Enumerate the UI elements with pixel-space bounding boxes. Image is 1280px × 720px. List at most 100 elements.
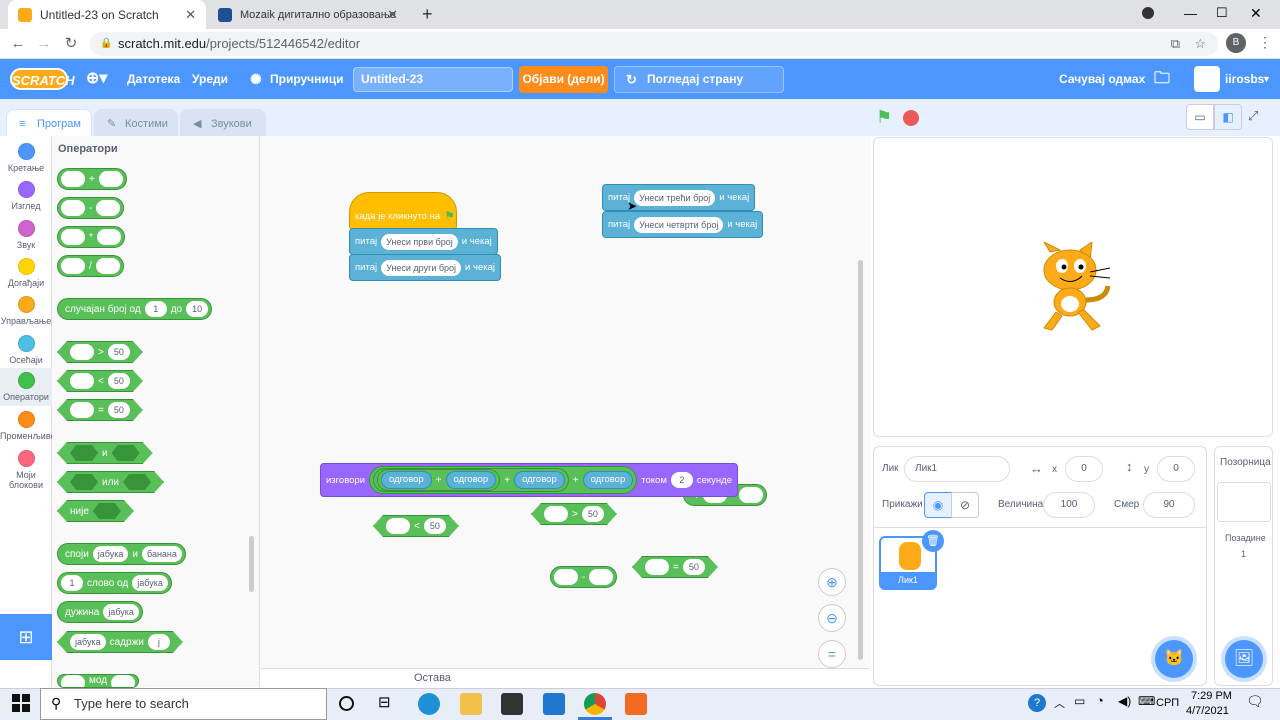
minimize-icon[interactable]: —: [1184, 6, 1197, 21]
category-looks[interactable]: Изглед: [0, 180, 52, 218]
or-block[interactable]: или: [57, 471, 164, 493]
bool-slot[interactable]: [70, 445, 98, 461]
profile-avatar[interactable]: B: [1226, 33, 1246, 53]
slot[interactable]: [96, 229, 121, 245]
close-tab-icon[interactable]: ✕: [185, 7, 196, 23]
file-explorer-icon[interactable]: [460, 693, 482, 715]
greater-than-block[interactable]: >50: [531, 503, 617, 525]
nested-add-block[interactable]: одговор + одговор: [377, 469, 501, 491]
palette-scrollbar[interactable]: [249, 536, 254, 592]
add-block[interactable]: +: [57, 168, 127, 190]
slot[interactable]: [386, 518, 410, 534]
normal-stage-icon[interactable]: ◧: [1214, 104, 1242, 130]
multiply-block[interactable]: *: [57, 226, 125, 248]
nested-add-block[interactable]: одговор + одговор + одговор: [373, 468, 569, 492]
subtract-block[interactable]: -: [550, 566, 618, 588]
wifi-icon[interactable]: ◔: [1096, 693, 1104, 708]
x-input[interactable]: 0: [1065, 456, 1103, 482]
ask-and-wait-block[interactable]: питај Унеси трећи број и чекај: [602, 184, 756, 211]
letter-index-input[interactable]: 1: [61, 575, 83, 591]
category-sensing[interactable]: Осећаји: [0, 334, 52, 372]
reload-icon[interactable]: ↻: [60, 33, 82, 55]
volume-icon[interactable]: ◀): [1118, 694, 1131, 708]
zoom-in-button[interactable]: ⊕: [818, 568, 846, 596]
username[interactable]: iirosbs: [1225, 59, 1264, 99]
direction-input[interactable]: 90: [1143, 492, 1195, 518]
script-area-vscrollbar[interactable]: [858, 260, 863, 660]
backpack[interactable]: Остава: [260, 668, 870, 688]
close-tab-icon[interactable]: ✕: [387, 7, 398, 23]
slot[interactable]: [61, 200, 85, 216]
answer-reporter[interactable]: одговор: [381, 471, 432, 489]
add-extension-button[interactable]: ⊞: [0, 614, 52, 660]
answer-reporter[interactable]: одговор: [514, 471, 565, 489]
browser-tab-mozaik[interactable]: Mozaik дигитално образовање ✕: [208, 0, 408, 29]
see-project-page-button[interactable]: ↻ Погледај страну пројекта: [614, 66, 784, 111]
bookmark-star-icon[interactable]: ☆: [1194, 32, 1206, 56]
size-input[interactable]: 100: [1043, 492, 1095, 518]
ask-question-input[interactable]: Унеси трећи број: [634, 189, 716, 206]
y-input[interactable]: 0: [1157, 456, 1195, 482]
language-globe-icon[interactable]: ⊕▾: [86, 59, 107, 99]
window-close-icon[interactable]: ✕: [1250, 5, 1262, 22]
category-my-blocks[interactable]: Моји блокови: [0, 449, 52, 497]
forward-icon[interactable]: →: [33, 33, 55, 55]
mod-block[interactable]: мод: [57, 674, 140, 688]
tab-search-icon[interactable]: [1142, 7, 1154, 19]
category-operators[interactable]: Оператори: [0, 368, 52, 406]
windows-start-icon[interactable]: [12, 694, 30, 712]
compare-value[interactable]: 50: [108, 344, 130, 360]
bool-slot[interactable]: [93, 503, 121, 519]
answer-reporter[interactable]: одговор: [445, 471, 497, 489]
stage-thumbnail[interactable]: [1217, 482, 1271, 522]
join-b-input[interactable]: банана: [142, 546, 182, 562]
join-block[interactable]: споји јабука и банана: [57, 543, 186, 565]
compare-value[interactable]: 50: [108, 402, 130, 418]
zoom-out-button[interactable]: ⊖: [818, 604, 846, 632]
contains-char-input[interactable]: ј: [148, 634, 170, 650]
menu-edit[interactable]: Уреди: [192, 59, 228, 99]
input-method-icon[interactable]: ⌨: [1138, 694, 1155, 708]
divide-block[interactable]: /: [57, 255, 124, 277]
slot[interactable]: [738, 487, 763, 503]
show-visible-eye-icon[interactable]: ◉: [924, 492, 952, 518]
chrome-icon[interactable]: [584, 693, 606, 715]
category-events[interactable]: Догађаји: [0, 257, 52, 295]
store-icon[interactable]: [501, 693, 523, 715]
slot[interactable]: [645, 559, 669, 575]
stop-icon[interactable]: [903, 110, 919, 126]
join-a-input[interactable]: јабука: [92, 546, 129, 562]
subtract-block[interactable]: -: [57, 197, 125, 219]
browser-menu-icon[interactable]: ⋮: [1258, 34, 1272, 51]
delete-sprite-icon[interactable]: 🗑: [922, 530, 944, 552]
slot[interactable]: [61, 171, 85, 187]
length-block[interactable]: дужина јабука: [57, 601, 143, 623]
not-block[interactable]: није: [57, 500, 134, 522]
choose-backdrop-button[interactable]: 🖼: [1225, 640, 1263, 678]
fullscreen-icon[interactable]: ⤢: [1248, 108, 1258, 124]
slot[interactable]: [544, 506, 568, 522]
slot[interactable]: [70, 402, 94, 418]
ask-question-input[interactable]: Унеси други број: [381, 259, 462, 276]
cat-sprite[interactable]: [1030, 242, 1114, 334]
category-motion[interactable]: Кретање: [0, 142, 52, 180]
ask-and-wait-block[interactable]: питај Унеси први број и чекај: [349, 228, 498, 255]
equals-block[interactable]: = 50: [57, 399, 143, 421]
category-sound[interactable]: Звук: [0, 219, 52, 257]
slot[interactable]: [70, 344, 94, 360]
mail-icon[interactable]: [543, 693, 565, 715]
random-block[interactable]: случајан број од 1 до 10: [57, 298, 213, 320]
screen-recorder-icon[interactable]: [625, 693, 647, 715]
length-word-input[interactable]: јабука: [103, 604, 139, 620]
menu-file[interactable]: Датотека: [127, 59, 180, 99]
green-flag-icon[interactable]: ⚑: [876, 107, 892, 128]
random-to-input[interactable]: 10: [186, 301, 209, 317]
clock-date[interactable]: 4/7/2021: [1186, 705, 1229, 717]
and-block[interactable]: и: [57, 442, 153, 464]
stage[interactable]: [873, 137, 1273, 437]
language-indicator[interactable]: СРП: [1156, 697, 1179, 709]
hide-eye-icon[interactable]: ⊘: [951, 492, 979, 518]
chevron-down-icon[interactable]: ▼: [1262, 59, 1271, 99]
slot[interactable]: [554, 569, 578, 585]
back-icon[interactable]: ←: [7, 33, 29, 55]
